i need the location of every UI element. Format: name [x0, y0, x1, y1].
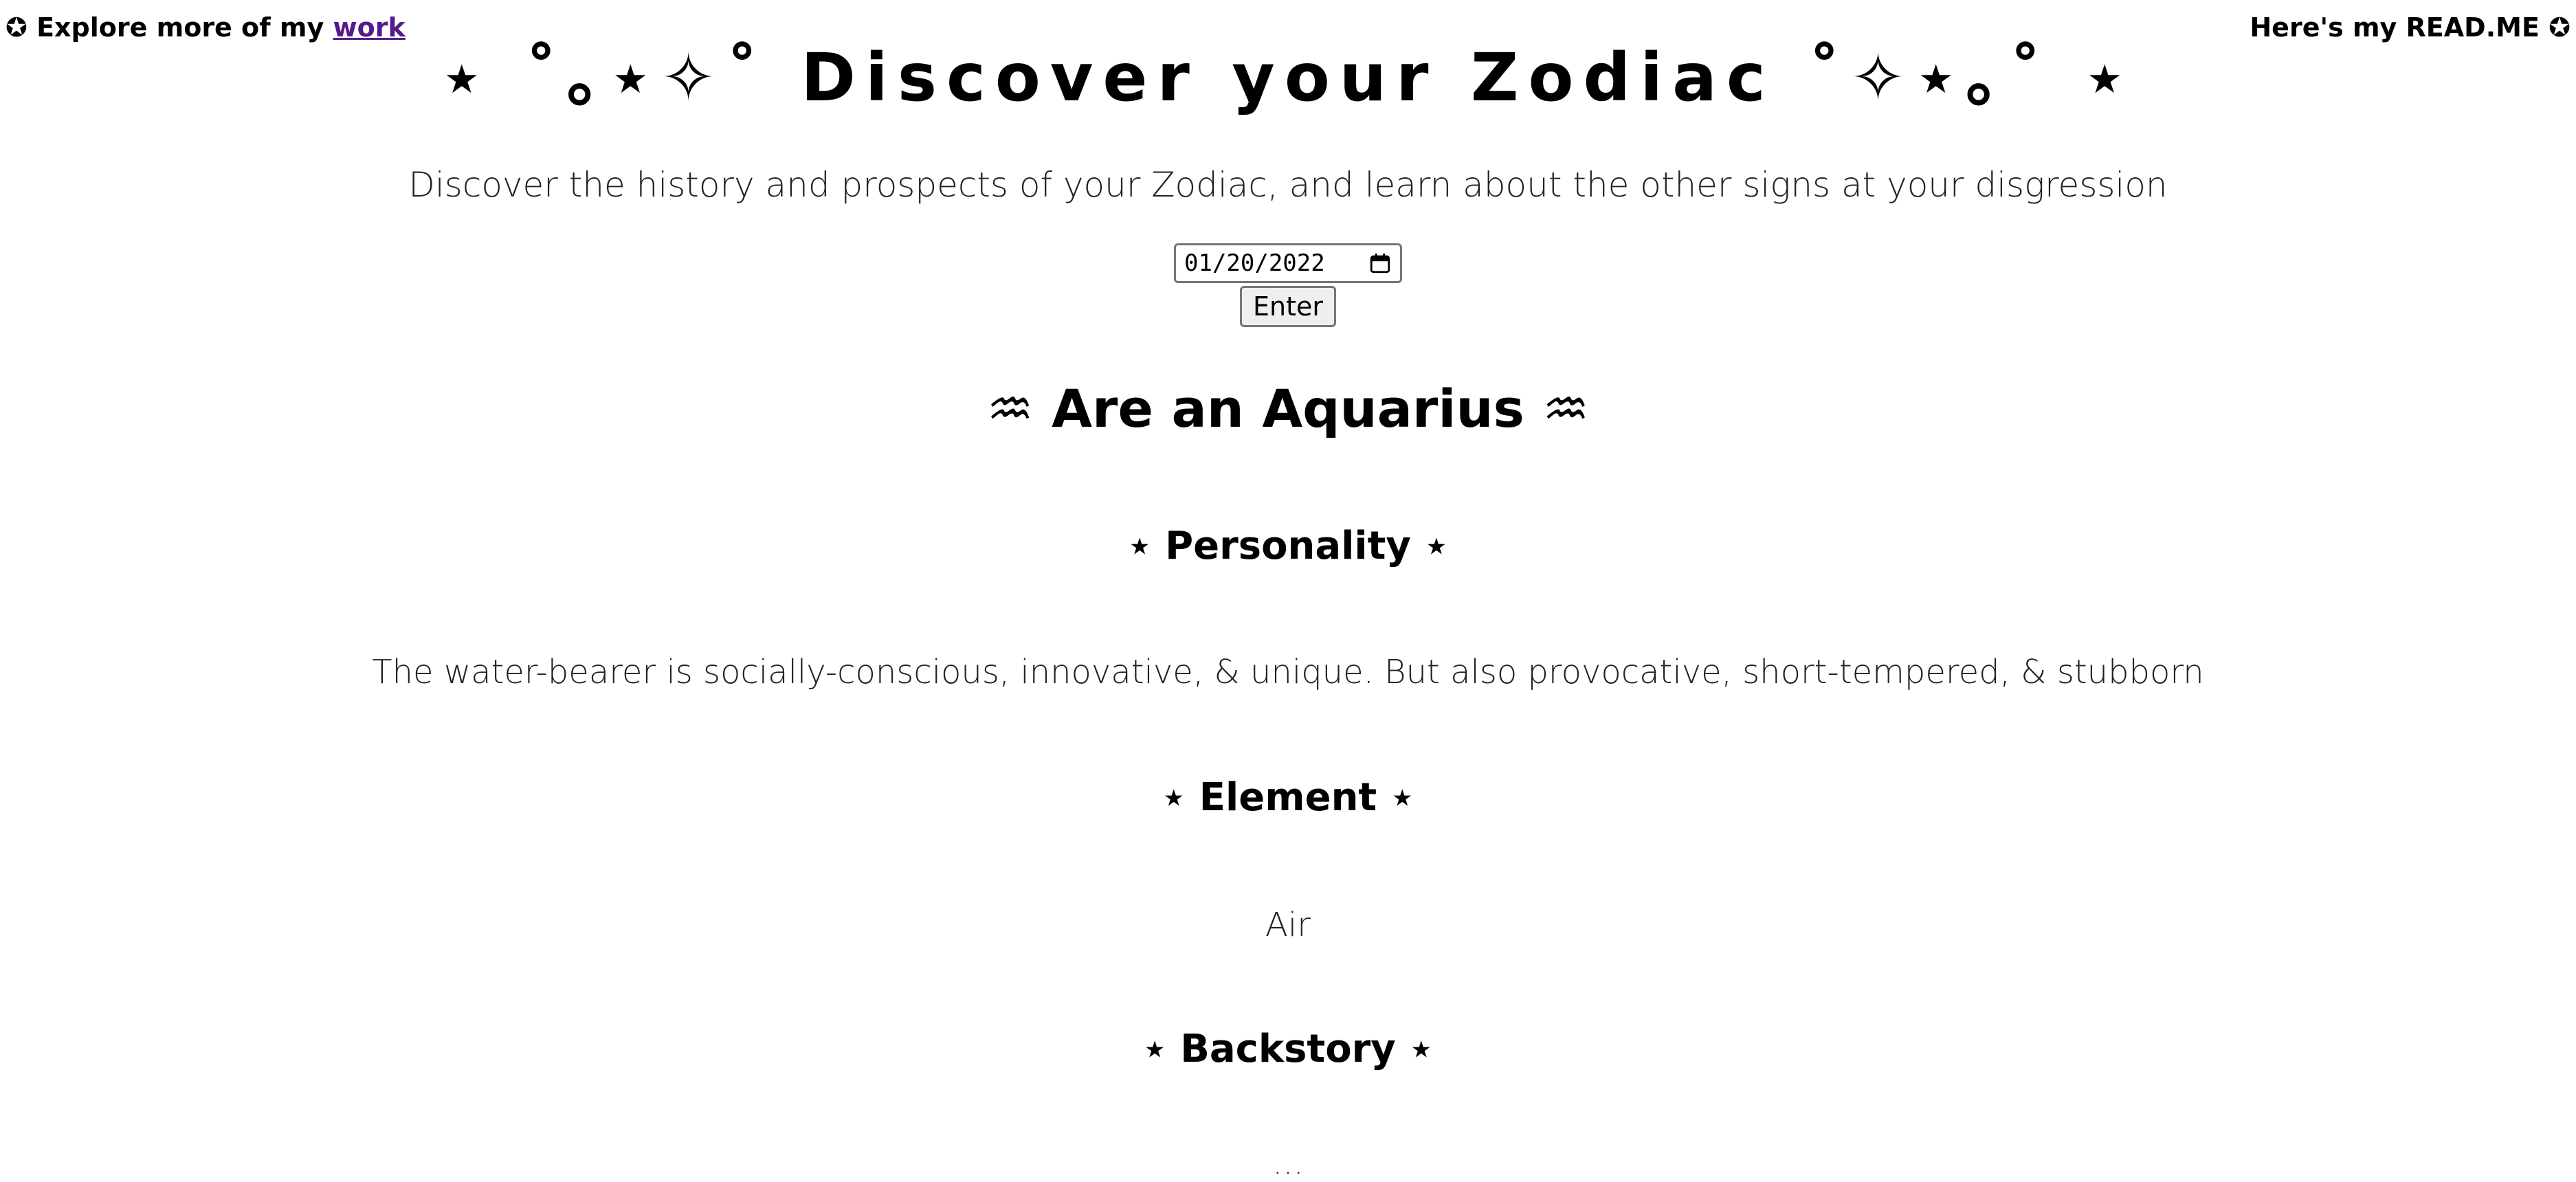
- birthdate-input[interactable]: 01/20/2022: [1174, 243, 1402, 283]
- readme-link[interactable]: Here's my READ.ME ✪: [2250, 12, 2571, 43]
- element-text: Air: [1265, 906, 1311, 944]
- backstory-text: ...: [1272, 1144, 1304, 1182]
- backstory-heading: ⋆ Backstory ⋆: [1142, 1027, 1434, 1071]
- enter-button[interactable]: Enter: [1240, 286, 1336, 327]
- calendar-icon[interactable]: [1368, 252, 1392, 275]
- readme-nav: Here's my READ.ME ✪: [2250, 12, 2571, 43]
- element-heading: ⋆ Element ⋆: [1162, 775, 1414, 820]
- work-link[interactable]: work: [333, 12, 406, 43]
- birthday-form: 01/20/2022 Enter: [0, 243, 2576, 327]
- explore-work-nav: ✪ Explore more of my work: [5, 12, 406, 43]
- page-tagline: Discover the history and prospects of yo…: [408, 165, 2168, 205]
- page-title: ⋆ ˚｡⋆✧˚ Discover your Zodiac ˚✧⋆｡˚ ⋆: [441, 39, 2135, 116]
- birthdate-value: 01/20/2022: [1184, 249, 1325, 277]
- personality-heading: ⋆ Personality ⋆: [1127, 524, 1449, 568]
- zodiac-sign-heading: ♒ Are an Aquarius ♒: [986, 378, 1590, 439]
- explore-prefix: ✪ Explore more of my: [5, 12, 333, 43]
- personality-text: The water-bearer is socially-conscious, …: [372, 653, 2204, 691]
